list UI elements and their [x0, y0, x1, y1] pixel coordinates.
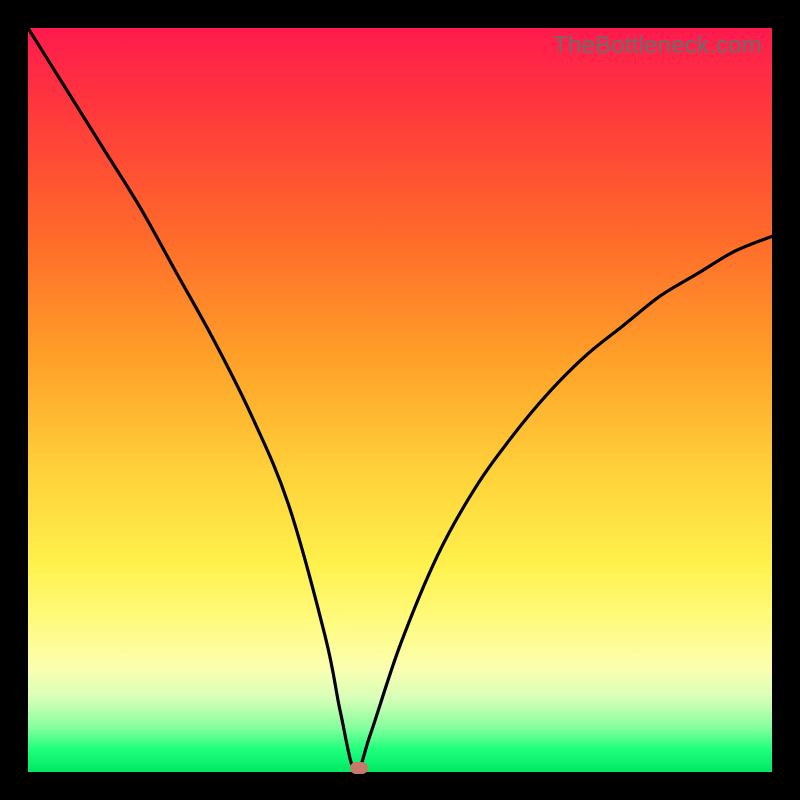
chart-frame: TheBottleneck.com [0, 0, 800, 800]
plot-area: TheBottleneck.com [28, 28, 772, 772]
bottleneck-curve-path [28, 28, 772, 772]
optimal-point-marker [350, 762, 368, 774]
curve-svg [28, 28, 772, 772]
